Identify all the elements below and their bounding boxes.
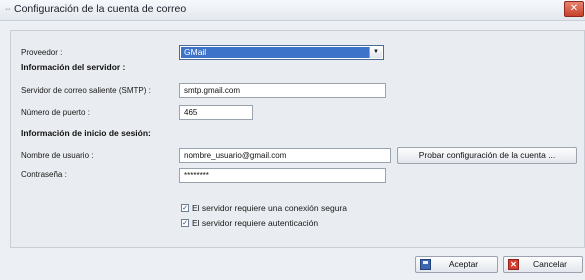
test-account-button[interactable]: Probar configuración de la cuenta ... <box>397 147 577 164</box>
smtp-label: Servidor de correo saliente (SMTP) : <box>21 86 151 95</box>
window-title: Configuración de la cuenta de correo <box>14 3 187 15</box>
server-section-title: Información del servidor : <box>21 62 126 72</box>
provider-label: Proveedor : <box>21 48 63 57</box>
save-icon <box>420 259 431 270</box>
cancel-label: Cancelar <box>532 259 568 269</box>
login-section-title: Información de inicio de sesión: <box>21 128 151 138</box>
username-label: Nombre de usuario : <box>21 151 94 160</box>
cancel-x-icon: ✕ <box>508 259 519 270</box>
secure-connection-checkbox[interactable]: ✓ <box>181 204 189 212</box>
username-input[interactable]: nombre_usuario@gmail.com <box>179 148 391 163</box>
secure-connection-label: El servidor requiere una conexión segura <box>192 203 347 213</box>
require-auth-checkbox[interactable]: ✓ <box>181 219 189 227</box>
password-input[interactable]: ******** <box>179 168 386 183</box>
provider-selected-value: GMail <box>181 47 369 58</box>
provider-select[interactable]: GMail ▼ <box>179 45 384 60</box>
title-bar: ⇔ Configuración de la cuenta de correo ✕ <box>0 0 585 21</box>
port-label: Número de puerto : <box>21 108 90 117</box>
app-icon: ⇔ <box>4 4 12 13</box>
cancel-button[interactable]: ✕ Cancelar <box>503 256 583 273</box>
port-input[interactable]: 465 <box>179 105 253 120</box>
password-label: Contraseña : <box>21 170 67 179</box>
close-button[interactable]: ✕ <box>564 1 584 17</box>
accept-label: Aceptar <box>448 259 479 269</box>
smtp-input[interactable]: smtp.gmail.com <box>179 83 386 98</box>
require-auth-label: El servidor requiere autenticación <box>192 218 319 228</box>
close-icon: ✕ <box>569 3 579 14</box>
accept-button[interactable]: Aceptar <box>415 256 498 273</box>
chevron-down-icon[interactable]: ▼ <box>369 47 382 58</box>
